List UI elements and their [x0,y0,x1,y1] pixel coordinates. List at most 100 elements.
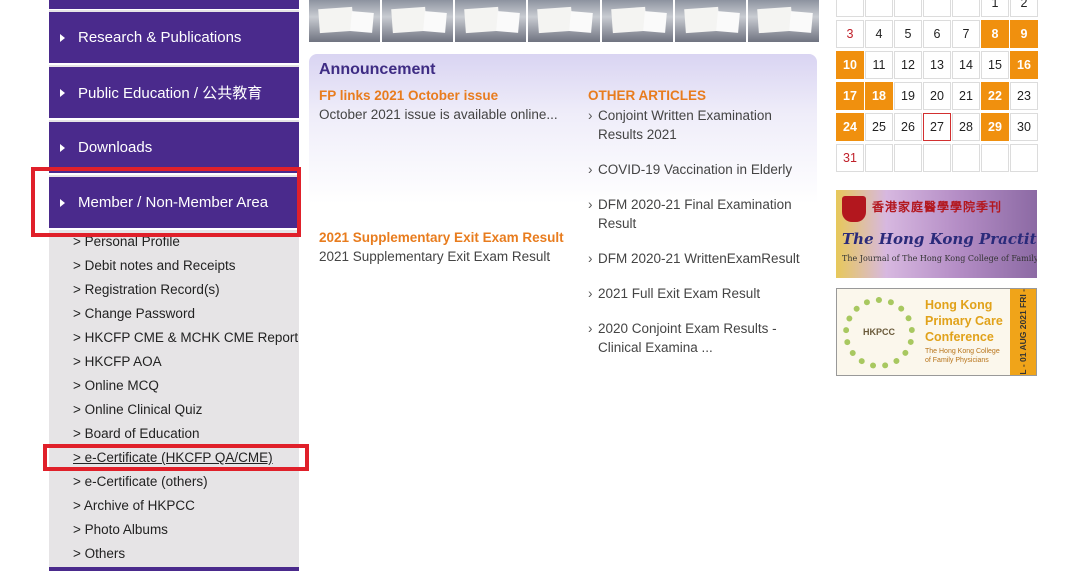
photo-thumbnail [528,0,600,42]
other-article-link[interactable]: › 2021 Full Exit Exam Result [588,284,813,303]
photo-strip[interactable] [309,0,819,42]
banner-subtitle: The Journal of The Hong Kong College of … [842,254,1037,263]
left-sidebar: Research & Publications Public Education… [49,0,299,571]
other-article-link[interactable]: › COVID-19 Vaccination in Elderly [588,160,813,179]
calendar-day[interactable]: 30 [1010,113,1038,141]
conference-organizer: The Hong Kong College of Family Physicia… [925,348,1000,364]
calendar-day[interactable]: 10 [836,51,864,79]
highlight-box-member-area [31,167,301,237]
calendar-day[interactable]: 3 [836,20,864,48]
sub-item-registration-records[interactable]: > Registration Record(s) [73,282,220,297]
calendar-day[interactable]: 31 [836,144,864,172]
announcement-panel: Announcement FP links 2021 October issue… [309,54,817,357]
calendar-day[interactable]: 27 [923,113,951,141]
sub-item-online-clinical-quiz[interactable]: > Online Clinical Quiz [73,402,202,417]
calendar-day[interactable]: 28 [952,113,980,141]
chevron-right-icon: › [588,197,593,212]
sub-item-hkcfp-aoa[interactable]: > HKCFP AOA [73,354,162,369]
calendar-day[interactable]: 22 [981,82,1009,110]
calendar-day[interactable]: 9 [1010,20,1038,48]
announcement-title: Announcement [319,61,436,78]
calendar-empty-cell [894,0,922,17]
nav-item-label: Research & Publications [78,29,242,46]
photo-thumbnail [455,0,527,42]
article-title-fp-links[interactable]: FP links 2021 October issue [319,88,498,103]
calendar-day[interactable]: 17 [836,82,864,110]
sub-item-debit-notes[interactable]: > Debit notes and Receipts [73,258,235,273]
college-crest-icon [842,196,866,222]
triangle-right-icon [60,33,65,42]
article-desc-fp-links: October 2021 issue is available online..… [319,107,558,122]
calendar-empty-cell [1010,144,1038,172]
sidebar-bottom-bar [49,567,299,571]
chevron-right-icon: › [588,286,593,301]
chevron-right-icon: › [588,162,593,177]
calendar-empty-cell [894,144,922,172]
calendar-empty-cell [865,0,893,17]
highlight-box-e-certificate [43,444,309,471]
photo-thumbnail [309,0,381,42]
photo-thumbnail [601,0,673,42]
calendar-day[interactable]: 14 [952,51,980,79]
triangle-right-icon [60,143,65,152]
calendar-day[interactable]: 13 [923,51,951,79]
calendar-empty-cell [981,144,1009,172]
sub-item-others[interactable]: > Others [73,546,125,561]
banner-title: The Hong Kong Practitioner [842,230,1037,248]
nav-item-label: Public Education / 公共教育 [78,85,263,102]
hk-practitioner-banner[interactable]: 香港家庭醫學學院季刊 The Hong Kong Practitioner Th… [836,190,1037,278]
chevron-right-icon: › [588,321,593,336]
sub-item-cme-report[interactable]: > HKCFP CME & MCHK CME Report [73,330,298,345]
calendar-day[interactable]: 6 [923,20,951,48]
hkpcc-banner[interactable]: HKPCC Hong Kong Primary Care Conference … [836,288,1037,376]
calendar-day[interactable]: 16 [1010,51,1038,79]
calendar-day[interactable]: 19 [894,82,922,110]
triangle-right-icon [60,88,65,97]
hkpcc-logo-text: HKPCC [863,327,896,337]
conference-dates: 30 JUL - 01 AUG 2021 FRI - SUN [1018,288,1028,376]
conference-dates-strip: 30 JUL - 01 AUG 2021 FRI - SUN [1010,288,1036,376]
calendar-empty-cell [952,144,980,172]
other-article-link[interactable]: › 2020 Conjoint Exam Results - Clinical … [588,319,813,357]
article-title-supplementary-exit[interactable]: 2021 Supplementary Exit Exam Result [319,230,564,245]
calendar-empty-cell [923,0,951,17]
calendar-empty-cell [865,144,893,172]
calendar-day[interactable]: 1 [981,0,1009,17]
chevron-right-icon: › [588,108,593,123]
sub-item-archive-hkpcc[interactable]: > Archive of HKPCC [73,498,195,513]
sub-item-e-certificate-others[interactable]: > e-Certificate (others) [73,474,208,489]
calendar-day[interactable]: 12 [894,51,922,79]
nav-top-strip [49,0,299,10]
calendar-day[interactable]: 15 [981,51,1009,79]
calendar-day[interactable]: 2 [1010,0,1038,17]
calendar-day[interactable]: 20 [923,82,951,110]
calendar-day[interactable]: 18 [865,82,893,110]
calendar-empty-cell [836,0,864,17]
other-article-link[interactable]: › Conjoint Written Examination Results 2… [588,106,813,144]
calendar-empty-cell [952,0,980,17]
calendar-day[interactable]: 24 [836,113,864,141]
other-article-link[interactable]: › DFM 2020-21 Final Examination Result [588,195,813,233]
article-desc-supplementary-exit: 2021 Supplementary Exit Exam Result [319,249,551,264]
sub-item-change-password[interactable]: > Change Password [73,306,195,321]
conference-title: Hong Kong Primary Care Conference [925,298,1003,344]
calendar-day[interactable]: 11 [865,51,893,79]
sub-item-board-of-education[interactable]: > Board of Education [73,426,199,441]
calendar-day[interactable]: 25 [865,113,893,141]
photo-thumbnail [382,0,454,42]
calendar-day[interactable]: 7 [952,20,980,48]
nav-item-public-education[interactable]: Public Education / 公共教育 [49,67,299,120]
photo-thumbnail [747,0,819,42]
calendar-day[interactable]: 26 [894,113,922,141]
calendar-day[interactable]: 23 [1010,82,1038,110]
nav-item-research-publications[interactable]: Research & Publications [49,12,299,65]
other-articles-heading: OTHER ARTICLES [588,88,706,103]
sub-item-photo-albums[interactable]: > Photo Albums [73,522,168,537]
sub-item-online-mcq[interactable]: > Online MCQ [73,378,159,393]
calendar-day[interactable]: 5 [894,20,922,48]
calendar-day[interactable]: 29 [981,113,1009,141]
calendar-day[interactable]: 21 [952,82,980,110]
calendar-day[interactable]: 4 [865,20,893,48]
other-article-link[interactable]: › DFM 2020-21 WrittenExamResult [588,249,813,268]
calendar-day[interactable]: 8 [981,20,1009,48]
